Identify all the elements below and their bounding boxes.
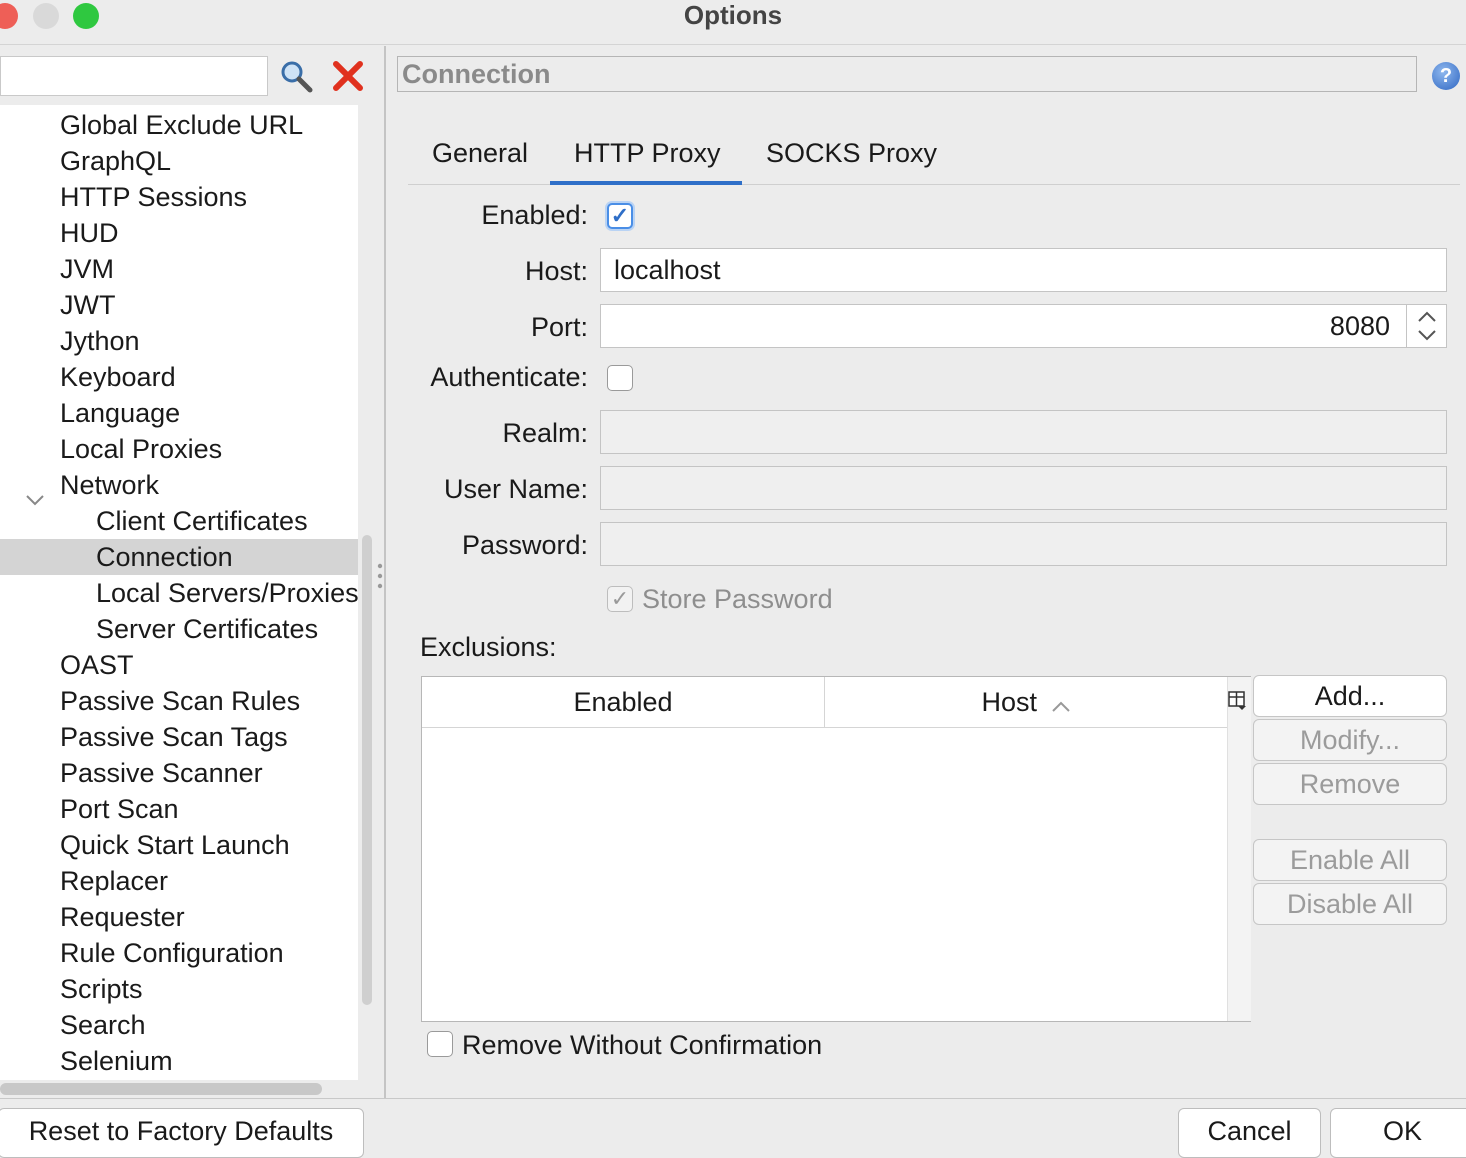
tree-item[interactable]: Port Scan <box>0 791 358 827</box>
magnifier-icon[interactable] <box>278 58 314 94</box>
tree-item-label: Global Exclude URL <box>60 110 304 140</box>
tree-item[interactable]: Requester <box>0 899 358 935</box>
tree-item-label: Passive Scan Tags <box>60 722 288 752</box>
tab-http-proxy[interactable]: HTTP Proxy <box>574 135 721 171</box>
modify-exclusion-button[interactable]: Modify... <box>1253 719 1447 761</box>
tree-item[interactable]: OAST <box>0 647 358 683</box>
tree-item[interactable]: Scripts <box>0 971 358 1007</box>
chevron-down-icon[interactable] <box>25 479 45 506</box>
tree-item-label: Quick Start Launch <box>60 830 290 860</box>
tree-item[interactable]: Selenium <box>0 1043 358 1079</box>
port-stepper-icon[interactable] <box>1406 305 1447 347</box>
tree-horizontal-scrollbar[interactable] <box>0 1083 322 1095</box>
tree-item-label: Scripts <box>60 974 143 1004</box>
remove-without-confirmation-checkbox[interactable] <box>427 1031 453 1057</box>
help-icon[interactable]: ? <box>1432 62 1460 90</box>
tree-item-label: Selenium <box>60 1046 173 1076</box>
table-scroll-gutter <box>1227 677 1251 1021</box>
tree-item-label: Replacer <box>60 866 169 896</box>
tree-item[interactable]: Global Exclude URL <box>0 107 358 143</box>
tree-item-label: HTTP Sessions <box>60 182 248 212</box>
tree-item[interactable]: Replacer <box>0 863 358 899</box>
host-field[interactable]: localhost <box>600 248 1447 292</box>
tree-item-label: JVM <box>60 254 114 284</box>
tree-item-label: Jython <box>60 326 140 356</box>
tree-item-label: Port Scan <box>60 794 179 824</box>
splitter-grip-icon[interactable] <box>377 562 383 592</box>
column-header-host-label: Host <box>981 687 1037 717</box>
tree-item[interactable]: Search <box>0 1007 358 1043</box>
realm-field[interactable] <box>600 410 1447 454</box>
reset-to-factory-defaults-button[interactable]: Reset to Factory Defaults <box>0 1108 364 1158</box>
red-x-icon[interactable] <box>332 60 364 92</box>
tree-item[interactable]: Passive Scanner <box>0 755 358 791</box>
tree-item-label: Local Proxies <box>60 434 223 464</box>
enabled-checkbox[interactable]: ✓ <box>607 203 633 229</box>
tree-item[interactable]: Passive Scan Rules <box>0 683 358 719</box>
store-password-checkbox[interactable]: ✓ <box>607 586 633 612</box>
tab-socks-proxy[interactable]: SOCKS Proxy <box>766 135 937 171</box>
sort-ascending-icon <box>1051 679 1071 729</box>
host-label: Host: <box>524 256 588 286</box>
tree-item-label: Search <box>60 1010 146 1040</box>
column-header-enabled[interactable]: Enabled <box>422 677 825 728</box>
exclusions-table[interactable]: Enabled Host <box>421 676 1251 1022</box>
window-title: Options <box>683 0 783 30</box>
tree-item-label: Passive Scan Rules <box>60 686 301 716</box>
password-label: Password: <box>461 530 588 560</box>
tree-item-label: HUD <box>60 218 119 248</box>
authenticate-checkbox[interactable] <box>607 365 633 391</box>
tree-vertical-scrollbar[interactable] <box>362 535 372 1005</box>
port-label: Port: <box>530 312 588 342</box>
password-field[interactable] <box>600 522 1447 566</box>
tree-item-label: OAST <box>60 650 134 680</box>
enabled-label: Enabled: <box>481 200 588 230</box>
tree-item-label: Requester <box>60 902 185 932</box>
tree-item-label: Local Servers/Proxies <box>96 578 358 608</box>
cancel-button[interactable]: Cancel <box>1178 1108 1321 1158</box>
options-tree[interactable]: Global Exclude URL GraphQL HTTP Sessions HU… <box>0 105 358 1080</box>
enable-all-button[interactable]: Enable All <box>1253 839 1447 881</box>
exclusions-label: Exclusions: <box>420 632 557 662</box>
add-exclusion-button[interactable]: Add... <box>1253 675 1447 717</box>
remove-exclusion-button[interactable]: Remove <box>1253 763 1447 805</box>
ok-button[interactable]: OK <box>1330 1108 1466 1158</box>
store-password-label: Store Password <box>642 584 833 614</box>
port-spinner[interactable]: 8080 <box>600 304 1447 348</box>
authenticate-label: Authenticate: <box>430 362 588 392</box>
tree-item[interactable]: Local Servers/Proxies <box>0 575 358 611</box>
tree-item[interactable]: Quick Start Launch <box>0 827 358 863</box>
tree-item[interactable]: GraphQL <box>0 143 358 179</box>
tree-item-label: Connection <box>96 542 233 572</box>
tree-item-label: Keyboard <box>60 362 176 392</box>
remove-without-confirmation-label: Remove Without Confirmation <box>462 1030 823 1060</box>
tree-item[interactable]: Rule Configuration <box>0 935 358 971</box>
username-label: User Name: <box>443 474 588 504</box>
disable-all-button[interactable]: Disable All <box>1253 883 1447 925</box>
tree-item-label: JWT <box>60 290 116 320</box>
tree-item-label: GraphQL <box>60 146 172 176</box>
column-header-host[interactable]: Host <box>825 677 1227 728</box>
column-chooser-icon[interactable] <box>1228 691 1248 711</box>
realm-label: Realm: <box>502 418 588 448</box>
username-field[interactable] <box>600 466 1447 510</box>
tree-item[interactable]: Server Certificates <box>0 611 358 647</box>
tree-item-label: Network <box>60 470 160 500</box>
tree-item-label: Server Certificates <box>96 614 319 644</box>
tree-item-label: Passive Scanner <box>60 758 263 788</box>
footer-divider <box>0 1098 1466 1099</box>
panel-title: Connection <box>397 56 1417 92</box>
tree-item-label: Language <box>60 398 181 428</box>
tree-item-label: Rule Configuration <box>60 938 284 968</box>
tree-item-label: Client Certificates <box>96 506 308 536</box>
tree-item[interactable]: Passive Scan Tags <box>0 719 358 755</box>
options-search-input[interactable] <box>0 56 268 96</box>
active-tab-indicator <box>550 181 742 185</box>
tab-general[interactable]: General <box>432 135 528 171</box>
